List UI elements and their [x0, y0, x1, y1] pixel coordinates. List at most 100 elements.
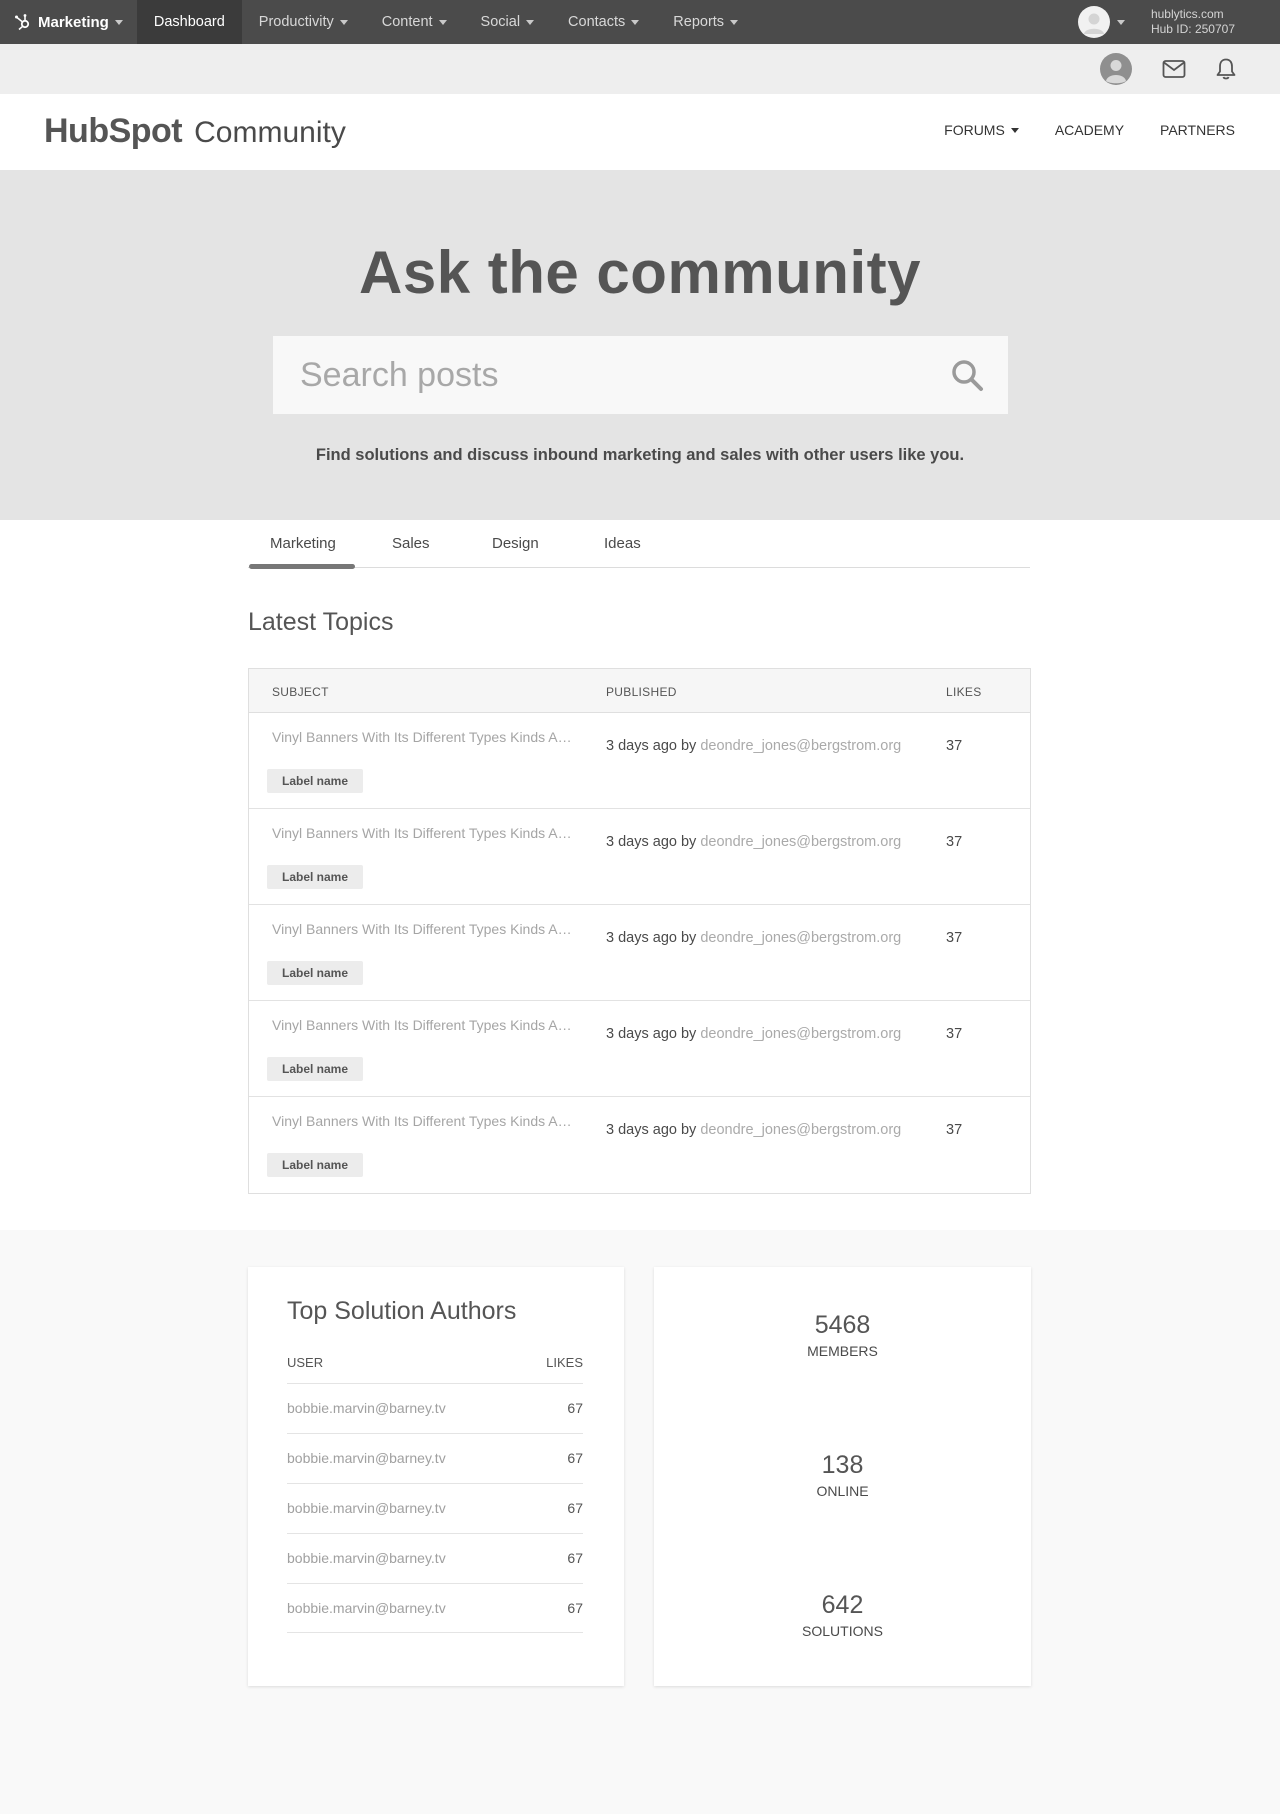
- topic-subject-link[interactable]: Vinyl Banners With Its Different Types K…: [272, 729, 572, 745]
- header-menu: FORUMS ACADEMY PARTNERS: [908, 122, 1235, 138]
- community-header: HubSpot Community FORUMS ACADEMY PARTNER…: [0, 94, 1280, 170]
- main-content: Marketing Sales Design Ideas Latest Topi…: [0, 520, 1280, 1230]
- search-icon[interactable]: [950, 358, 984, 392]
- chevron-down-icon[interactable]: [1116, 19, 1125, 25]
- marketing-menu[interactable]: Marketing: [0, 0, 137, 44]
- topic-label-badge[interactable]: Label name: [267, 1057, 364, 1081]
- author-user-link[interactable]: bobbie.marvin@barney.tv: [287, 1550, 446, 1566]
- nav-item-productivity[interactable]: Productivity: [242, 0, 365, 44]
- notifications-button[interactable]: [1209, 52, 1243, 86]
- tab-ideas[interactable]: Ideas: [604, 535, 641, 552]
- tab-marketing[interactable]: Marketing: [270, 535, 336, 552]
- author-link[interactable]: deondre_jones@bergstrom.org: [700, 1026, 901, 1042]
- hero-title: Ask the community: [359, 239, 921, 306]
- nav-items: Dashboard Productivity Content Social Contac…: [136, 0, 755, 44]
- topic-subject-link[interactable]: Vinyl Banners With Its Different Types K…: [272, 1017, 572, 1033]
- author-link[interactable]: deondre_jones@bergstrom.org: [700, 930, 901, 946]
- profile-button[interactable]: [1099, 52, 1133, 86]
- table-row: Vinyl Banners With Its Different Types K…: [249, 809, 1030, 905]
- top-app-nav: Marketing Dashboard Productivity Content So…: [0, 0, 1280, 44]
- author-link[interactable]: deondre_jones@bergstrom.org: [700, 834, 901, 850]
- author-likes: 67: [567, 1600, 583, 1616]
- topic-likes: 37: [946, 738, 963, 754]
- column-likes[interactable]: LIKES: [946, 685, 982, 699]
- column-subject[interactable]: SUBJECT: [272, 685, 329, 699]
- topic-label-badge[interactable]: Label name: [267, 865, 364, 889]
- messages-button[interactable]: [1157, 52, 1191, 86]
- published-time: 3 days ago by: [606, 1122, 697, 1138]
- author-user-link[interactable]: bobbie.marvin@barney.tv: [287, 1450, 446, 1466]
- hub-id: Hub ID: 250707: [1150, 22, 1235, 36]
- topic-published: 3 days ago by deondre_jones@bergstrom.or…: [606, 834, 901, 850]
- forum-tabs: Marketing Sales Design Ideas: [248, 520, 1030, 569]
- logo-brand: HubSpot: [44, 112, 183, 150]
- author-user-link[interactable]: bobbie.marvin@barney.tv: [287, 1400, 446, 1416]
- nav-item-label: Content: [381, 14, 433, 30]
- table-row: Vinyl Banners With Its Different Types K…: [249, 905, 1030, 1001]
- topic-label-badge[interactable]: Label name: [267, 769, 364, 793]
- topic-subject-link[interactable]: Vinyl Banners With Its Different Types K…: [272, 1113, 572, 1129]
- account-avatar[interactable]: [1077, 6, 1110, 38]
- hero-tagline: Find solutions and discuss inbound marke…: [315, 446, 965, 464]
- author-likes: 67: [567, 1500, 583, 1516]
- author-likes: 67: [567, 1450, 583, 1466]
- topic-published: 3 days ago by deondre_jones@bergstrom.or…: [606, 1026, 901, 1042]
- community-stats-panel: 5468 MEMBERS 138 ONLINE 642 SOLUTIONS: [654, 1267, 1031, 1686]
- nav-item-content[interactable]: Content: [365, 0, 464, 44]
- topic-likes: 37: [946, 1026, 963, 1042]
- topic-subject-link[interactable]: Vinyl Banners With Its Different Types K…: [272, 825, 572, 841]
- hubspot-community-logo[interactable]: HubSpot Community: [44, 112, 346, 151]
- column-published[interactable]: PUBLISHED: [606, 685, 677, 699]
- chevron-down-icon: [526, 19, 535, 25]
- list-item: bobbie.marvin@barney.tv 67: [287, 1583, 583, 1633]
- nav-item-contacts[interactable]: Contacts: [551, 0, 656, 44]
- topic-label-badge[interactable]: Label name: [267, 961, 364, 985]
- latest-topics-table: SUBJECT PUBLISHED LIKES Vinyl Banners Wi…: [248, 668, 1031, 1194]
- chevron-down-icon: [114, 19, 123, 25]
- nav-item-dashboard[interactable]: Dashboard: [136, 0, 242, 44]
- marketing-menu-label: Marketing: [38, 13, 109, 31]
- partners-link[interactable]: PARTNERS: [1160, 122, 1235, 138]
- academy-link[interactable]: ACADEMY: [1055, 122, 1124, 138]
- published-time: 3 days ago by: [606, 738, 697, 754]
- author-link[interactable]: deondre_jones@bergstrom.org: [700, 738, 901, 754]
- topic-likes: 37: [946, 930, 963, 946]
- nav-item-label: Dashboard: [153, 14, 225, 30]
- published-time: 3 days ago by: [606, 930, 697, 946]
- table-body: Vinyl Banners With Its Different Types K…: [249, 713, 1030, 1193]
- topic-likes: 37: [946, 1122, 963, 1138]
- topic-published: 3 days ago by deondre_jones@bergstrom.or…: [606, 1122, 901, 1138]
- account-info: hublytics.com Hub ID: 250707: [1151, 7, 1235, 37]
- stat-value: 642: [821, 1591, 864, 1619]
- author-link[interactable]: deondre_jones@bergstrom.org: [700, 1122, 901, 1138]
- topic-likes: 37: [946, 834, 963, 850]
- topic-label-badge[interactable]: Label name: [267, 1153, 364, 1177]
- tab-sales[interactable]: Sales: [392, 535, 430, 552]
- user-silhouette-icon: [1083, 13, 1104, 34]
- author-user-link[interactable]: bobbie.marvin@barney.tv: [287, 1600, 446, 1616]
- forums-link[interactable]: FORUMS: [944, 122, 1019, 138]
- nav-item-social[interactable]: Social: [464, 0, 552, 44]
- table-header: SUBJECT PUBLISHED LIKES: [249, 669, 1030, 713]
- topic-published: 3 days ago by deondre_jones@bergstrom.or…: [606, 738, 901, 754]
- stat-value: 5468: [814, 1311, 871, 1339]
- search-input[interactable]: [273, 336, 1008, 414]
- table-row: Vinyl Banners With Its Different Types K…: [249, 1001, 1030, 1097]
- authors-header: USER LIKES: [287, 1355, 583, 1370]
- authors-title: Top Solution Authors: [287, 1297, 517, 1325]
- authors-column-user: USER: [287, 1355, 324, 1370]
- tab-design[interactable]: Design: [492, 535, 539, 552]
- authors-column-likes: LIKES: [546, 1355, 583, 1370]
- nav-item-label: Productivity: [258, 14, 334, 30]
- account-domain: hublytics.com: [1150, 7, 1224, 21]
- list-item: bobbie.marvin@barney.tv 67: [287, 1433, 583, 1483]
- account-menu[interactable]: hublytics.com Hub ID: 250707: [1077, 0, 1280, 44]
- author-likes: 67: [567, 1400, 583, 1416]
- topic-subject-link[interactable]: Vinyl Banners With Its Different Types K…: [272, 921, 572, 937]
- topic-published: 3 days ago by deondre_jones@bergstrom.or…: [606, 930, 901, 946]
- nav-item-reports[interactable]: Reports: [656, 0, 755, 44]
- author-likes: 67: [567, 1550, 583, 1566]
- author-user-link[interactable]: bobbie.marvin@barney.tv: [287, 1500, 446, 1516]
- forums-label: FORUMS: [944, 122, 1005, 138]
- stat-members: 5468 MEMBERS: [654, 1311, 1031, 1359]
